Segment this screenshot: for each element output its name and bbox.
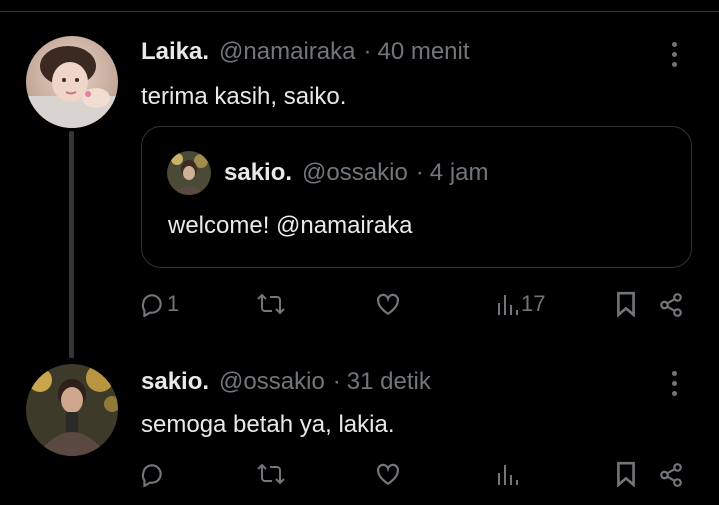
retweet-icon: [257, 293, 285, 315]
bookmark-button[interactable]: [616, 291, 636, 317]
quote-separator-dot: ·: [415, 159, 424, 186]
quote-avatar: [167, 151, 211, 195]
author-name[interactable]: sakio.: [141, 368, 209, 396]
share-icon: [660, 463, 682, 487]
separator-dot: ·: [332, 368, 341, 395]
timestamp[interactable]: 31 detik: [347, 368, 431, 396]
bookmark-button[interactable]: [616, 461, 636, 487]
reply-icon: [141, 294, 162, 317]
quote-timestamp: 4 jam: [429, 159, 489, 186]
reply-icon: [141, 464, 162, 487]
like-icon: [377, 293, 399, 316]
author-handle[interactable]: @namairaka: [219, 38, 355, 66]
retweet-button[interactable]: [257, 461, 285, 487]
tweet-header: Laika. @namairaka · 40 menit: [141, 38, 470, 66]
like-icon: [377, 463, 399, 486]
quote-author-name: sakio.: [224, 159, 293, 186]
bookmark-icon: [617, 291, 635, 317]
separator-dot: ·: [363, 38, 372, 65]
bookmark-icon: [617, 461, 635, 487]
tweet-actions: [0, 455, 719, 495]
views-icon: [498, 465, 518, 485]
tweet-actions: 1 17: [0, 285, 719, 325]
like-button[interactable]: [375, 292, 401, 316]
reply-count: 1: [167, 291, 180, 316]
views-button[interactable]: 17: [497, 291, 545, 317]
share-icon: [660, 293, 682, 317]
retweet-button[interactable]: [257, 291, 285, 317]
author-handle[interactable]: @ossakio: [219, 368, 325, 396]
quote-header: sakio. @ossakio · 4 jam: [224, 159, 488, 187]
like-button[interactable]: [375, 462, 401, 486]
quote-author-handle: @ossakio: [302, 159, 408, 186]
tweet-text: semoga betah ya, lakia.: [141, 411, 395, 438]
views-icon: [498, 295, 518, 315]
views-button[interactable]: [497, 461, 519, 487]
more-icon[interactable]: [672, 371, 678, 401]
tweet-header: sakio. @ossakio · 31 detik: [141, 368, 431, 396]
reply-button[interactable]: 1: [139, 291, 179, 317]
quote-text: welcome! @namairaka: [168, 212, 413, 239]
quote-tweet-card[interactable]: sakio. @ossakio · 4 jam welcome! @namair…: [141, 126, 692, 268]
avatar-laika[interactable]: [26, 36, 118, 128]
reply-button[interactable]: [139, 461, 165, 487]
author-name[interactable]: Laika.: [141, 38, 209, 66]
tweet-text: terima kasih, saiko.: [141, 83, 347, 110]
share-button[interactable]: [658, 462, 684, 488]
retweet-icon: [257, 463, 285, 485]
share-button[interactable]: [658, 292, 684, 318]
more-icon[interactable]: [672, 42, 678, 72]
top-divider: [0, 11, 719, 12]
avatar-sakio[interactable]: [26, 364, 118, 456]
timestamp[interactable]: 40 menit: [377, 38, 469, 66]
views-count: 17: [521, 291, 546, 316]
